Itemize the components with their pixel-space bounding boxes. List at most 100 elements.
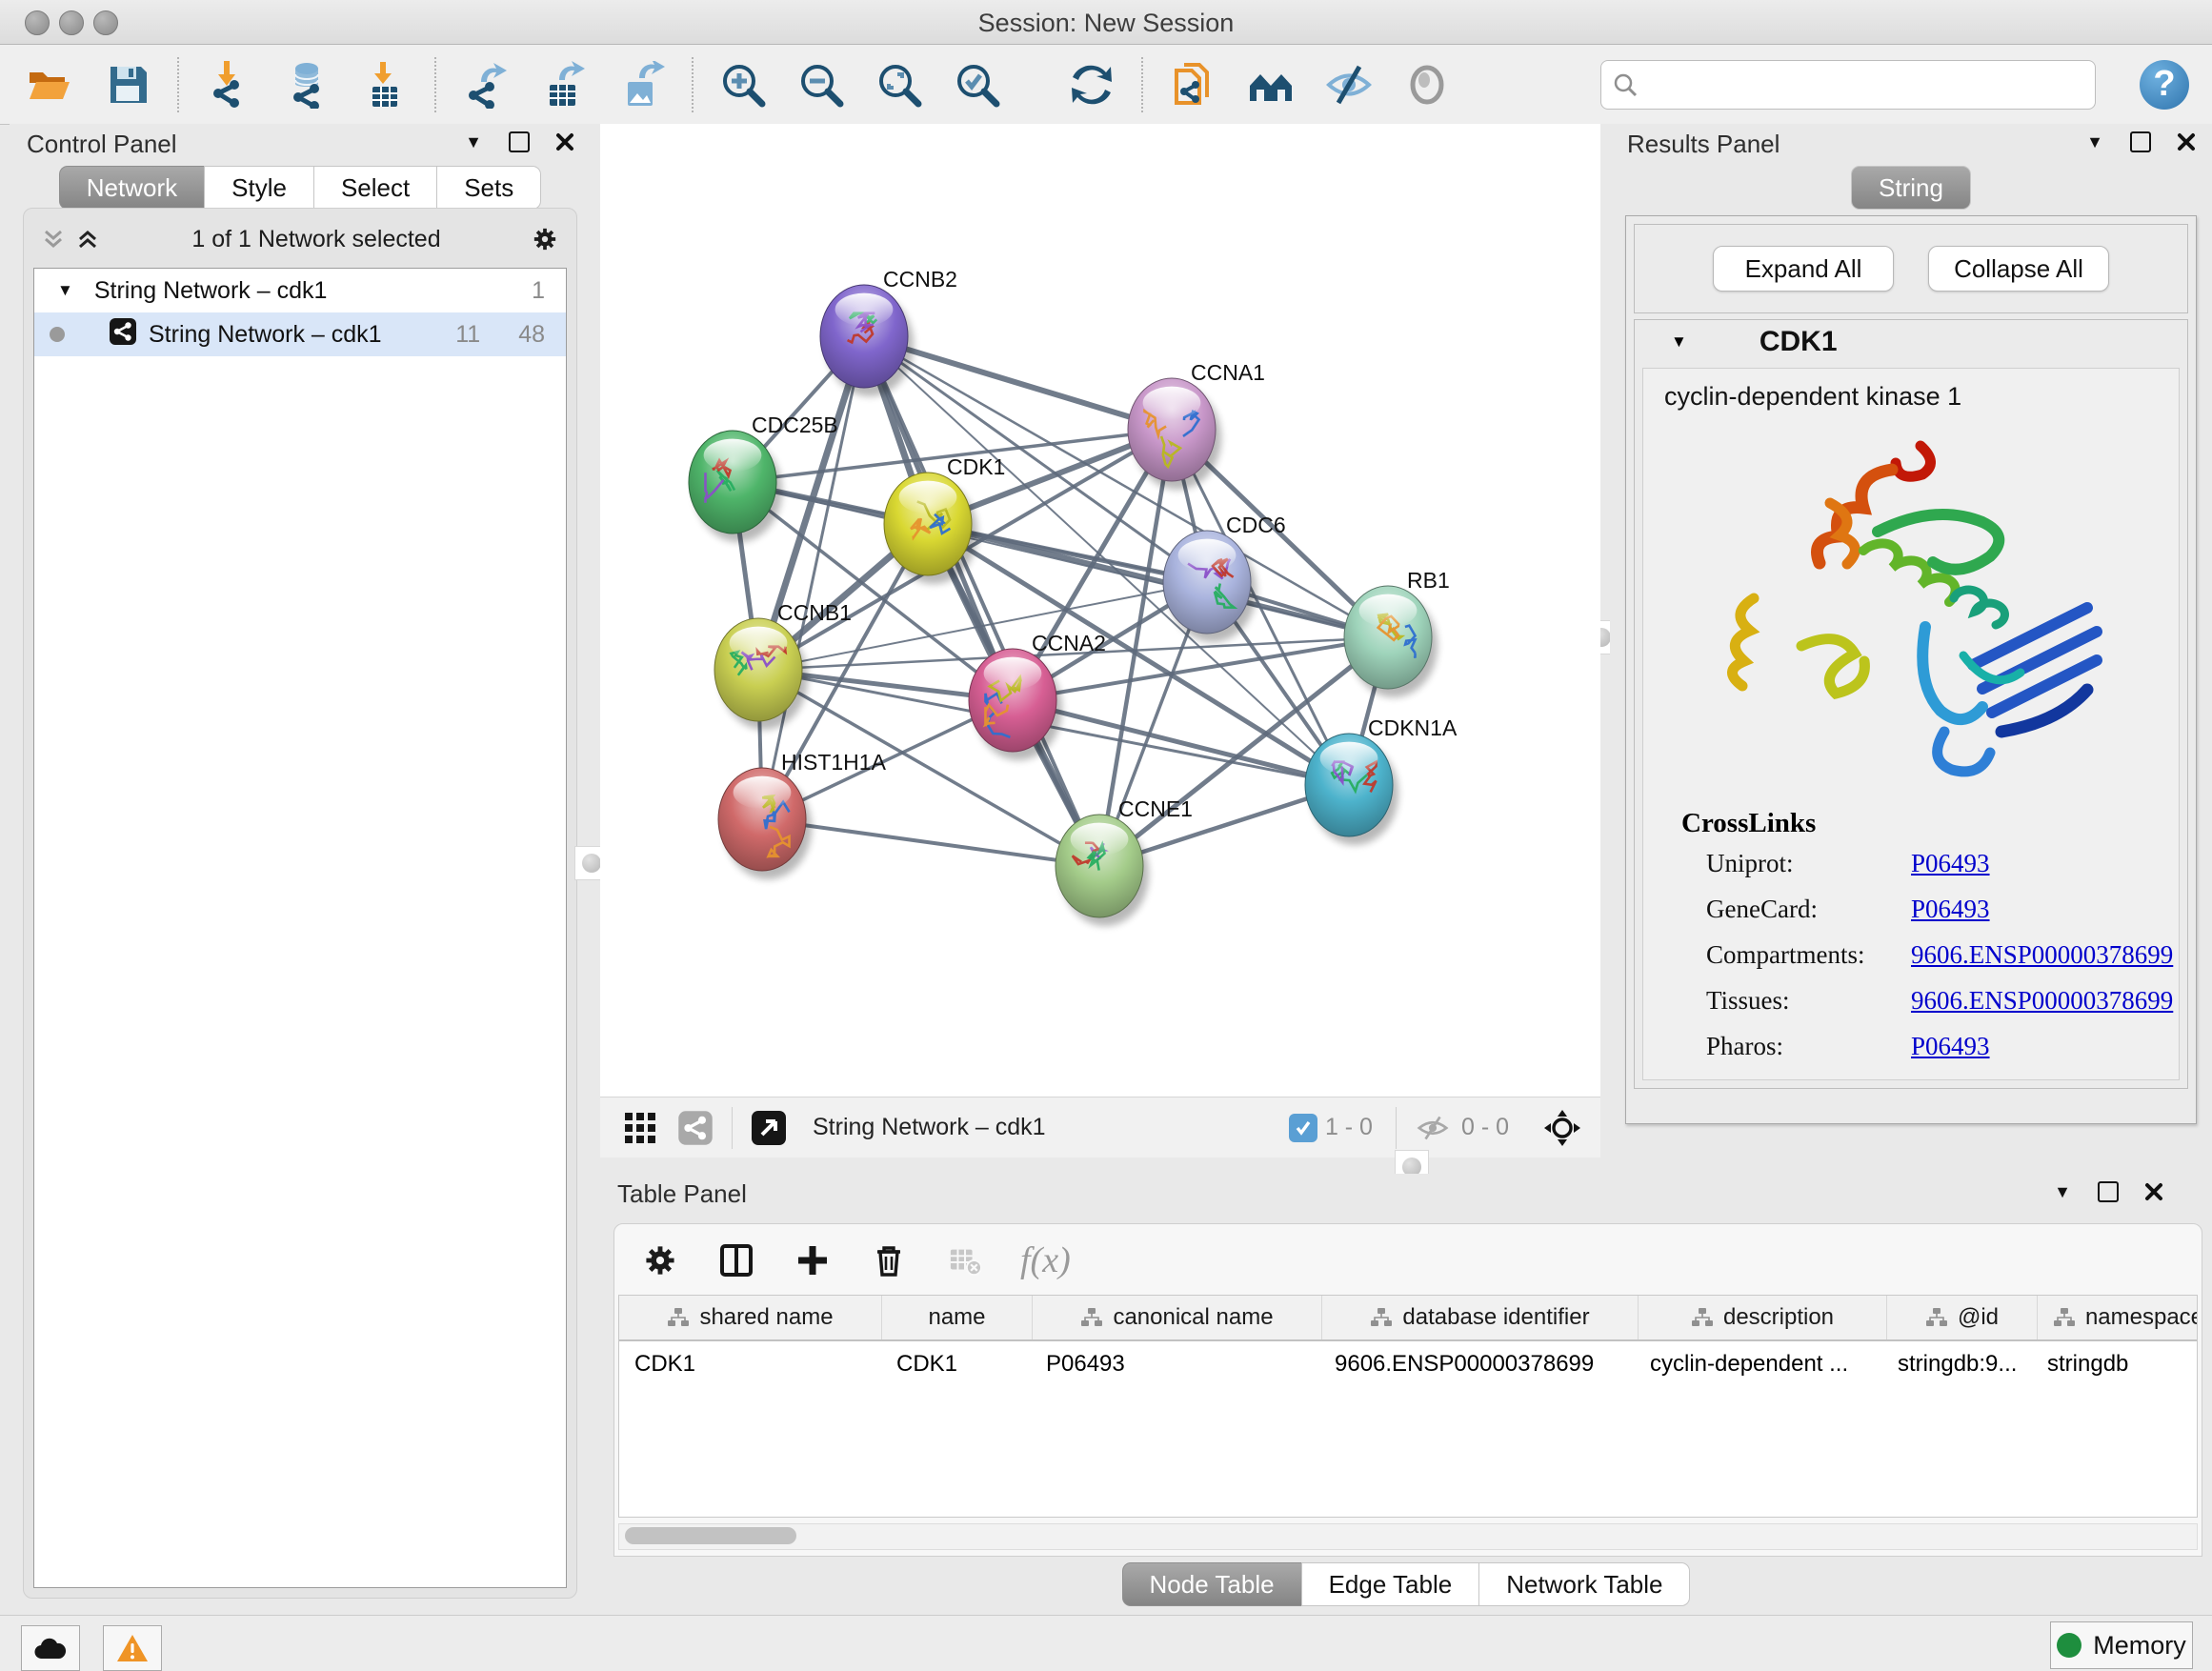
search-input[interactable] <box>1647 70 2083 99</box>
node-table[interactable]: shared namenamecanonical namedatabase id… <box>618 1295 2198 1518</box>
column-header[interactable]: database identifier <box>1322 1296 1639 1339</box>
table-cell[interactable]: stringdb <box>2032 1341 2198 1387</box>
node-CCNA1[interactable]: CCNA1 <box>1128 360 1265 490</box>
crosslink-link[interactable]: P06493 <box>1911 1032 1990 1061</box>
import-network-database-button[interactable] <box>280 58 333 111</box>
crosslink-link[interactable]: P06493 <box>1911 849 1990 878</box>
cloud-button[interactable] <box>21 1625 80 1671</box>
delete-table-icon <box>944 1239 986 1281</box>
close-panel-icon[interactable] <box>2174 130 2199 154</box>
close-panel-icon[interactable] <box>2142 1179 2166 1204</box>
tab-network[interactable]: Network <box>59 166 204 210</box>
edge-CCNB2-HIST1H1A[interactable] <box>762 336 864 819</box>
tab-string[interactable]: String <box>1851 166 1971 210</box>
tree-expander-icon[interactable]: ▼ <box>57 281 73 300</box>
crosslink-link[interactable]: P06493 <box>1911 895 1990 924</box>
scrollbar-thumb[interactable] <box>625 1527 796 1544</box>
section-expander-icon[interactable]: ▼ <box>1671 332 1687 352</box>
tab-select[interactable]: Select <box>313 166 436 210</box>
zoom-fit-button[interactable] <box>873 58 926 111</box>
column-header[interactable]: @id <box>1887 1296 2038 1339</box>
column-header[interactable]: namespace <box>2038 1296 2198 1339</box>
show-all-button[interactable] <box>1400 58 1454 111</box>
table-cell[interactable]: CDK1 <box>619 1341 881 1387</box>
panel-menu-icon[interactable]: ▼ <box>461 130 486 154</box>
table-row[interactable]: CDK1CDK1P064939606.ENSP00000378699cyclin… <box>619 1341 2197 1387</box>
network-options-gear-icon[interactable] <box>533 227 557 252</box>
column-header[interactable]: canonical name <box>1033 1296 1322 1339</box>
network-row[interactable]: String Network – cdk1 11 48 <box>34 312 566 356</box>
add-column-icon[interactable] <box>792 1239 834 1281</box>
node-CDC25B[interactable]: CDC25B <box>689 413 838 542</box>
node-CDKN1A[interactable]: CDKN1A <box>1305 715 1458 845</box>
float-panel-icon[interactable] <box>2128 130 2153 154</box>
zoom-selected-button[interactable] <box>951 58 1004 111</box>
close-panel-icon[interactable] <box>553 130 577 154</box>
node-label-CCNB1: CCNB1 <box>777 600 852 625</box>
table-horizontal-scrollbar[interactable] <box>618 1523 2198 1550</box>
show-columns-icon[interactable] <box>715 1239 757 1281</box>
import-network-file-button[interactable] <box>202 58 255 111</box>
tab-style[interactable]: Style <box>204 166 313 210</box>
tab-node-table[interactable]: Node Table <box>1122 1562 1301 1606</box>
selected-nodes-checkbox[interactable] <box>1289 1114 1317 1142</box>
network-share-view-icon[interactable] <box>674 1107 716 1149</box>
zoom-in-icon <box>719 61 767 109</box>
network-canvas[interactable]: CCNB2CCNA1CDC25BCDK1CDC6RB1CCNB1CCNA2CDK… <box>600 124 1600 1097</box>
title-bar: Session: New Session <box>0 0 2212 45</box>
export-image-button[interactable] <box>615 58 669 111</box>
table-cell[interactable]: P06493 <box>1031 1341 1319 1387</box>
panel-menu-icon[interactable]: ▼ <box>2050 1179 2075 1204</box>
export-network-button[interactable] <box>459 58 513 111</box>
column-header[interactable]: description <box>1639 1296 1887 1339</box>
hide-selected-button[interactable] <box>1322 58 1376 111</box>
node-HIST1H1A[interactable]: HIST1H1A <box>718 750 887 879</box>
refresh-button[interactable] <box>1065 58 1118 111</box>
save-session-button[interactable] <box>101 58 154 111</box>
crosslink-link[interactable]: 9606.ENSP00000378699 <box>1911 940 2173 970</box>
tab-network-table[interactable]: Network Table <box>1478 1562 1690 1606</box>
collapse-all-icon[interactable] <box>41 227 66 252</box>
gene-description: cyclin-dependent kinase 1 <box>1664 382 2179 412</box>
first-neighbors-button[interactable] <box>1244 58 1297 111</box>
table-cell[interactable]: CDK1 <box>881 1341 1031 1387</box>
birdseye-crosshair-icon[interactable] <box>1541 1107 1583 1149</box>
edge-CCNB2-CCNE1[interactable] <box>864 336 1099 866</box>
crosslink-link[interactable]: 9606.ENSP00000378699 <box>1911 986 2173 1016</box>
memory-button[interactable]: Memory <box>2050 1621 2193 1669</box>
zoom-in-button[interactable] <box>716 58 770 111</box>
search-box[interactable] <box>1600 60 2096 110</box>
import-table-button[interactable] <box>358 58 412 111</box>
grid-view-icon[interactable] <box>619 1107 661 1149</box>
new-network-from-selection-button[interactable] <box>1166 58 1219 111</box>
help-button[interactable]: ? <box>2140 60 2189 110</box>
zoom-out-button[interactable] <box>794 58 848 111</box>
table-cell[interactable]: stringdb:9... <box>1882 1341 2032 1387</box>
left-splitter[interactable] <box>591 124 600 1158</box>
edge-CDK1-RB1[interactable] <box>928 524 1388 637</box>
edge-HIST1H1A-CCNE1[interactable] <box>762 819 1099 866</box>
open-session-button[interactable] <box>23 58 76 111</box>
delete-column-icon[interactable] <box>868 1239 910 1281</box>
panel-menu-icon[interactable]: ▼ <box>2082 130 2107 154</box>
column-header[interactable]: shared name <box>619 1296 882 1339</box>
collapse-all-button[interactable]: Collapse All <box>1928 246 2109 292</box>
table-options-gear-icon[interactable] <box>639 1239 681 1281</box>
node-RB1[interactable]: RB1 <box>1344 568 1450 697</box>
node-CDK1[interactable]: CDK1 <box>884 454 1005 584</box>
column-header[interactable]: name <box>882 1296 1033 1339</box>
export-table-button[interactable] <box>537 58 591 111</box>
expand-all-button[interactable]: Expand All <box>1713 246 1894 292</box>
table-cell[interactable]: cyclin-dependent ... <box>1635 1341 1882 1387</box>
hidden-count: 0 - 0 <box>1461 1114 1509 1141</box>
node-label-CDKN1A: CDKN1A <box>1368 715 1458 740</box>
tab-edge-table[interactable]: Edge Table <box>1301 1562 1479 1606</box>
detach-view-icon[interactable] <box>748 1107 790 1149</box>
warnings-button[interactable] <box>103 1625 162 1671</box>
expand-all-icon[interactable] <box>75 227 100 252</box>
float-panel-icon[interactable] <box>507 130 532 154</box>
float-panel-icon[interactable] <box>2096 1179 2121 1204</box>
network-collection-row[interactable]: ▼ String Network – cdk1 1 <box>34 269 566 312</box>
table-cell[interactable]: 9606.ENSP00000378699 <box>1319 1341 1635 1387</box>
tab-sets[interactable]: Sets <box>436 166 541 210</box>
